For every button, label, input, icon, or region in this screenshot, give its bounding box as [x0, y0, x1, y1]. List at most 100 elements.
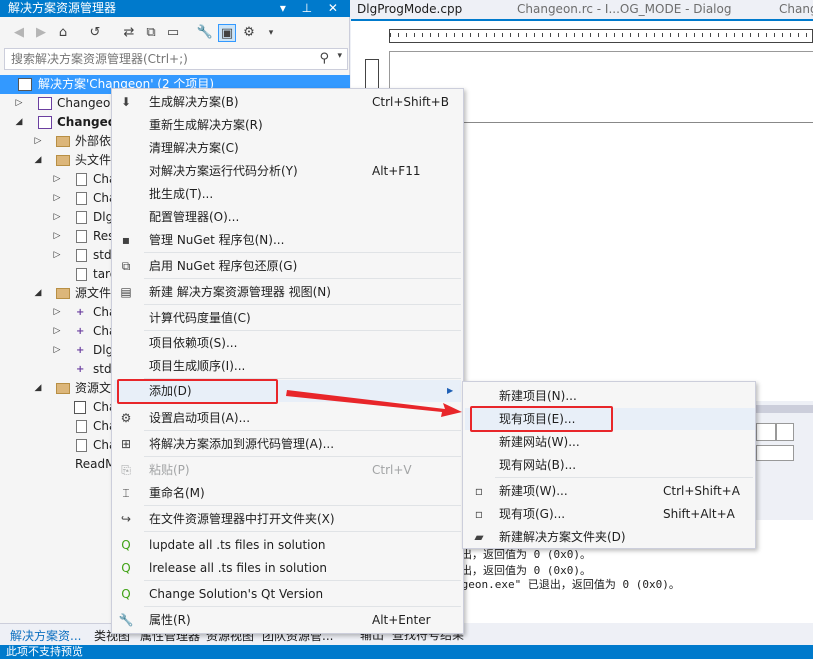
menu-item-set-startup-projects[interactable]: ⚙ 设置启动项目(A)... — [114, 407, 461, 429]
qt-icon: Q — [121, 587, 131, 601]
gear-icon: ⚙ — [120, 411, 132, 425]
tree-item-label: 源文件 — [75, 286, 112, 300]
nuget-icon: ▪ — [121, 233, 131, 247]
properties-icon[interactable]: ▭ — [164, 24, 182, 42]
menu-item-code-analysis[interactable]: 对解决方案运行代码分析(Y) Alt+F11 — [114, 160, 461, 182]
menu-item-add-to-source-control[interactable]: ⊞ 将解决方案添加到源代码管理(A)... — [114, 433, 461, 455]
dialog-preview[interactable] — [420, 122, 813, 422]
tab-solution-explorer[interactable]: 解决方案资... — [10, 627, 81, 644]
sync-icon[interactable]: ⇄ — [120, 24, 138, 42]
expander-icon[interactable]: ▷ — [52, 170, 62, 189]
menu-label: 设置启动项目(A)... — [149, 411, 251, 425]
expander-icon[interactable]: ▷ — [14, 94, 24, 113]
menu-separator — [144, 505, 461, 506]
expander-icon[interactable]: ◢ — [33, 151, 43, 170]
expander-icon[interactable]: ▷ — [33, 132, 43, 151]
solution-context-menu: ⬇ 生成解决方案(B) Ctrl+Shift+B 重新生成解决方案(R) 清理解… — [111, 88, 464, 634]
title-controls[interactable]: ▾ ⊥ ✕ — [280, 0, 344, 17]
back-icon[interactable]: ◀ — [10, 24, 28, 42]
home-icon[interactable]: ⌂ — [54, 24, 72, 42]
menu-item-rename[interactable]: ⌶ 重命名(M) — [114, 482, 461, 504]
menu-label: 配置管理器(O)... — [149, 210, 240, 224]
menu-label: Change Solution's Qt Version — [149, 587, 324, 601]
submenu-item-existing-item[interactable]: ▫ 现有项(G)... Shift+Alt+A — [465, 503, 755, 525]
cpp-file-icon: + — [76, 326, 85, 337]
property-field[interactable] — [756, 423, 776, 441]
forward-icon[interactable]: ▶ — [32, 24, 50, 42]
search-icon[interactable]: ⚲ — [319, 51, 329, 66]
menu-label: lrelease all .ts files in solution — [149, 561, 327, 575]
menu-item-configuration-manager[interactable]: 配置管理器(O)... — [114, 206, 461, 228]
menu-item-build-solution[interactable]: ⬇ 生成解决方案(B) Ctrl+Shift+B — [114, 91, 461, 113]
output-line: ngeon.exe" 已退出，返回值为 0 (0x0)。 — [455, 578, 680, 591]
menu-separator — [144, 330, 461, 331]
menu-item-clean-solution[interactable]: 清理解决方案(C) — [114, 137, 461, 159]
menu-item-manage-nuget[interactable]: ▪ 管理 NuGet 程序包(N)... — [114, 229, 461, 251]
menu-item-rebuild-solution[interactable]: 重新生成解决方案(R) — [114, 114, 461, 136]
submenu-item-new-project[interactable]: 新建项目(N)... — [465, 385, 755, 407]
menu-label: 对解决方案运行代码分析(Y) — [149, 164, 298, 178]
expander-icon[interactable]: ◢ — [33, 284, 43, 303]
submenu-item-new-website[interactable]: 新建网站(W)... — [465, 431, 755, 453]
annotation-box-add — [117, 379, 278, 404]
menu-item-lrelease[interactable]: Q lrelease all .ts files in solution — [114, 557, 461, 579]
header-file-icon — [76, 173, 87, 186]
submenu-item-new-item[interactable]: ▫ 新建项(W)... Ctrl+Shift+A — [465, 480, 755, 502]
paste-icon: ⎘ — [121, 463, 131, 477]
tab-changeon[interactable]: Chang — [773, 0, 813, 19]
submenu-item-new-solution-folder[interactable]: ▰ 新建解决方案文件夹(D) — [465, 526, 755, 548]
menu-item-batch-build[interactable]: 批生成(T)... — [114, 183, 461, 205]
expander-icon[interactable]: ◢ — [33, 379, 43, 398]
menu-item-lupdate[interactable]: Q lupdate all .ts files in solution — [114, 534, 461, 556]
folder-icon — [56, 383, 70, 394]
folder-icon — [56, 288, 70, 299]
expander-icon[interactable]: ▷ — [52, 303, 62, 322]
menu-item-enable-nuget-restore[interactable]: ⧉ 启用 NuGet 程序包还原(G) — [114, 255, 461, 277]
search-options-icon[interactable]: ▾ — [337, 51, 342, 61]
expander-icon[interactable]: ▷ — [52, 189, 62, 208]
menu-separator — [144, 531, 461, 532]
header-file-icon — [76, 192, 87, 205]
class-view-icon[interactable]: ⚙ — [240, 24, 258, 42]
wrench-icon[interactable]: 🔧 — [196, 24, 214, 42]
menu-item-code-metrics[interactable]: 计算代码度量值(C) — [114, 307, 461, 329]
expander-icon[interactable]: ▷ — [52, 246, 62, 265]
resource-file-icon — [76, 439, 87, 452]
tab-dlgprogmode-cpp[interactable]: DlgProgMode.cpp — [351, 0, 511, 19]
menu-item-paste[interactable]: ⎘ 粘贴(P) Ctrl+V — [114, 459, 461, 481]
menu-label: 项目生成顺序(I)... — [149, 359, 246, 373]
expander-icon[interactable]: ◢ — [14, 113, 24, 132]
menu-item-build-order[interactable]: 项目生成顺序(I)... — [114, 355, 461, 377]
dropdown-icon[interactable]: ▾ — [262, 24, 280, 42]
tree-item-label: 头文件 — [75, 153, 112, 167]
expander-icon[interactable]: ▷ — [52, 208, 62, 227]
menu-item-new-explorer-view[interactable]: ▤ 新建 解决方案资源管理器 视图(N) — [114, 281, 461, 303]
menu-item-change-qt-version[interactable]: Q Change Solution's Qt Version — [114, 583, 461, 605]
menu-separator — [495, 477, 753, 478]
header-file-icon — [76, 211, 87, 224]
collapse-icon[interactable]: ⧉ — [142, 24, 160, 42]
menu-item-properties[interactable]: 🔧 属性(R) Alt+Enter — [114, 609, 461, 631]
property-dropdown[interactable] — [756, 445, 794, 461]
expander-icon[interactable]: ▷ — [52, 322, 62, 341]
solution-search-input[interactable] — [5, 49, 305, 69]
expander-icon[interactable]: ▷ — [52, 341, 62, 360]
show-all-files-icon[interactable]: ▣ — [218, 24, 236, 42]
expander-icon[interactable]: ▷ — [52, 227, 62, 246]
qt-icon: Q — [121, 561, 131, 575]
menu-separator — [144, 606, 461, 607]
new-item-icon: ▫ — [474, 484, 484, 498]
menu-item-open-in-explorer[interactable]: ↪ 在文件资源管理器中打开文件夹(X) — [114, 508, 461, 530]
history-icon[interactable]: ↺ — [86, 24, 104, 42]
submenu-item-existing-website[interactable]: 现有网站(B)... — [465, 454, 755, 476]
tab-changeon-rc-dialog[interactable]: Changeon.rc - I...OG_MODE - Dialog — [511, 0, 773, 19]
menu-label: 新建解决方案文件夹(D) — [499, 530, 626, 544]
new-view-icon: ▤ — [120, 285, 132, 299]
resource-file-icon — [76, 420, 87, 433]
browse-button[interactable] — [776, 423, 794, 441]
menu-label: 新建网站(W)... — [499, 435, 580, 449]
menu-label: 清理解决方案(C) — [149, 141, 239, 155]
menu-label: 现有网站(B)... — [499, 458, 577, 472]
solution-search-box[interactable]: ⚲ ▾ — [4, 48, 348, 70]
menu-item-project-dependencies[interactable]: 项目依赖项(S)... — [114, 332, 461, 354]
